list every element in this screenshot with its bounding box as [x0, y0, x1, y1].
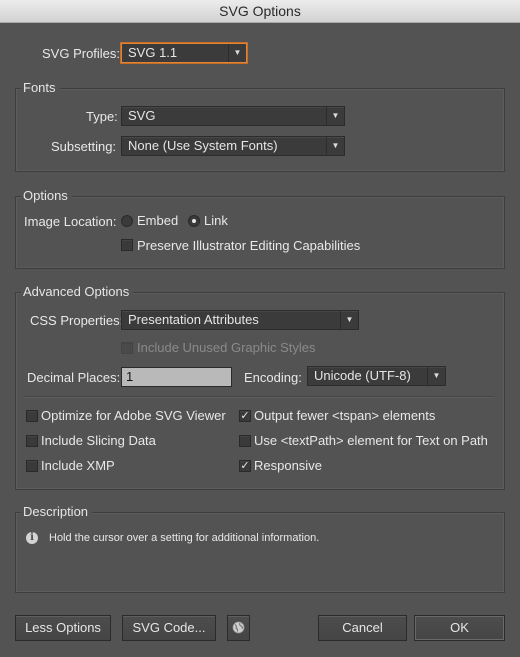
image-location-label: Image Location: [24, 214, 117, 229]
output-fewer-tspan-label[interactable]: Output fewer <tspan> elements [254, 408, 435, 423]
optimize-svg-viewer-label[interactable]: Optimize for Adobe SVG Viewer [41, 408, 226, 423]
embed-label[interactable]: Embed [137, 213, 178, 228]
description-text: Hold the cursor over a setting for addit… [49, 532, 320, 544]
globe-icon [232, 621, 245, 634]
description-group-title: Description [21, 504, 93, 519]
preserve-editing-checkbox[interactable] [121, 239, 133, 251]
fonts-group-title: Fonts [21, 80, 60, 95]
font-type-value: SVG [128, 108, 156, 123]
globe-button[interactable] [227, 615, 250, 641]
ok-button[interactable]: OK [414, 615, 505, 641]
chevron-down-icon: ▼ [228, 44, 246, 62]
css-properties-value: Presentation Attributes [128, 312, 259, 327]
options-group-title: Options [21, 188, 72, 203]
include-slicing-label[interactable]: Include Slicing Data [41, 433, 156, 448]
responsive-label[interactable]: Responsive [254, 458, 322, 473]
include-xmp-checkbox[interactable] [26, 460, 38, 472]
chevron-down-icon: ▼ [326, 137, 344, 155]
svg-profiles-value: SVG 1.1 [128, 45, 178, 60]
subsetting-value: None (Use System Fonts) [128, 138, 278, 153]
options-group [15, 196, 505, 269]
css-properties-label: CSS Properties: [30, 313, 124, 328]
include-xmp-label[interactable]: Include XMP [41, 458, 115, 473]
preserve-editing-label[interactable]: Preserve Illustrator Editing Capabilitie… [137, 238, 360, 253]
use-textpath-label[interactable]: Use <textPath> element for Text on Path [254, 433, 488, 448]
include-unused-styles-label[interactable]: Include Unused Graphic Styles [137, 340, 315, 355]
chevron-down-icon: ▼ [340, 311, 358, 329]
decimal-places-label: Decimal Places: [27, 370, 121, 385]
include-unused-styles-checkbox[interactable] [121, 342, 133, 354]
info-icon: i [26, 532, 38, 544]
less-options-button[interactable]: Less Options [15, 615, 111, 641]
link-label[interactable]: Link [204, 213, 228, 228]
optimize-svg-viewer-checkbox[interactable] [26, 410, 38, 422]
link-radio[interactable] [188, 215, 200, 227]
css-properties-select[interactable]: Presentation Attributes ▼ [121, 310, 359, 330]
font-type-label: Type: [86, 109, 118, 124]
include-slicing-checkbox[interactable] [26, 435, 38, 447]
svg-profiles-label: SVG Profiles: [42, 46, 121, 61]
svg-code-button[interactable]: SVG Code... [122, 615, 216, 641]
advanced-options-group-title: Advanced Options [21, 284, 134, 299]
svg-profiles-select[interactable]: SVG 1.1 ▼ [121, 43, 247, 63]
encoding-value: Unicode (UTF-8) [314, 368, 411, 383]
output-fewer-tspan-checkbox[interactable]: ✓ [239, 410, 251, 422]
chevron-down-icon: ▼ [326, 107, 344, 125]
font-type-select[interactable]: SVG ▼ [121, 106, 345, 126]
encoding-label: Encoding: [244, 370, 302, 385]
chevron-down-icon: ▼ [427, 367, 445, 385]
fonts-group [15, 88, 505, 172]
cancel-button[interactable]: Cancel [318, 615, 407, 641]
subsetting-label: Subsetting: [51, 139, 117, 154]
encoding-select[interactable]: Unicode (UTF-8) ▼ [307, 366, 446, 386]
responsive-checkbox[interactable]: ✓ [239, 460, 251, 472]
decimal-places-input[interactable]: 1 [121, 367, 232, 387]
advanced-divider [24, 396, 494, 398]
embed-radio[interactable] [121, 215, 133, 227]
description-group [15, 512, 505, 593]
window-title: SVG Options [0, 0, 520, 23]
subsetting-select[interactable]: None (Use System Fonts) ▼ [121, 136, 345, 156]
use-textpath-checkbox[interactable] [239, 435, 251, 447]
